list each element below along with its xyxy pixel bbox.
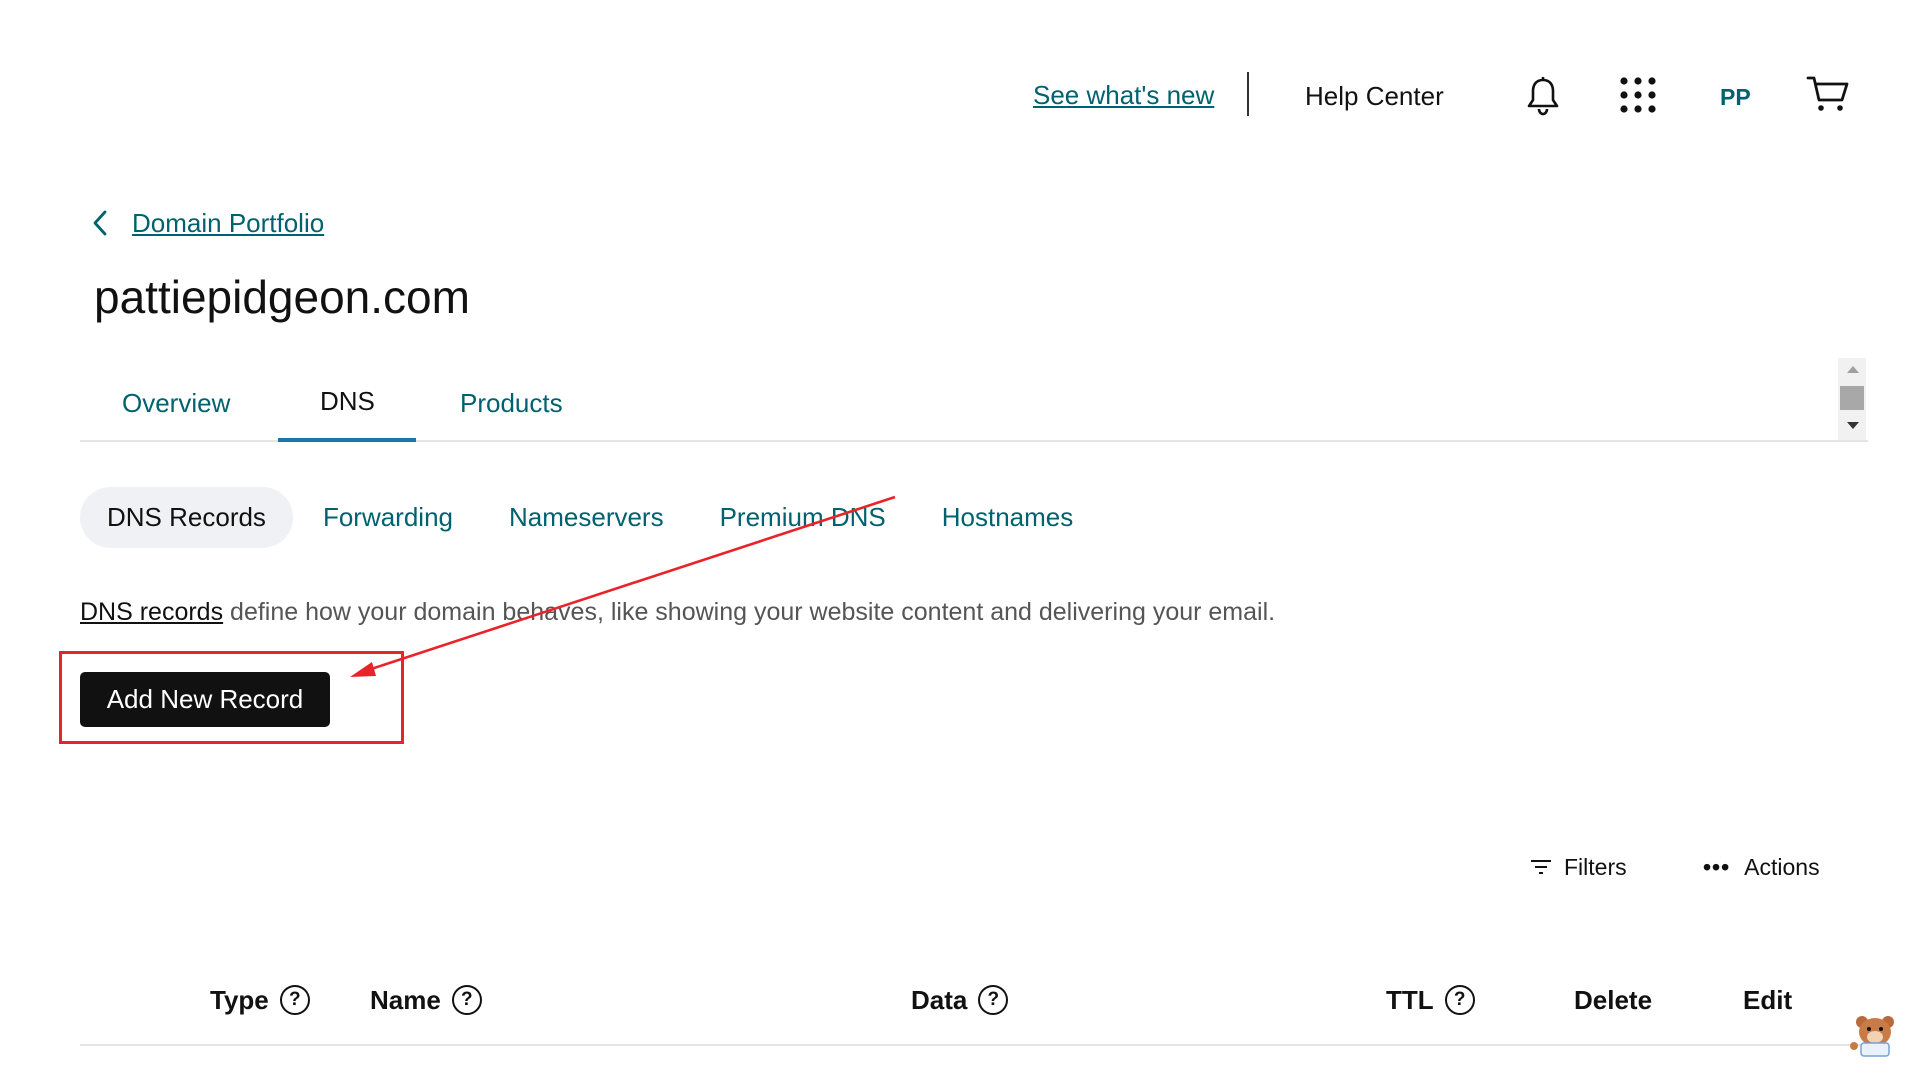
avatar[interactable]: PP: [1720, 84, 1751, 111]
column-name-label: Name: [370, 984, 441, 1015]
help-circle-icon[interactable]: ?: [451, 985, 482, 1015]
filters-button[interactable]: Filters: [1530, 850, 1627, 884]
see-whats-new-link[interactable]: See what's new: [1033, 80, 1214, 111]
scroll-up-arrow[interactable]: [1847, 366, 1859, 373]
active-tab-underline: [278, 438, 416, 442]
top-navigation: See what's new Help Center PP: [0, 62, 1920, 132]
subtab-hostnames[interactable]: Hostnames: [942, 502, 1074, 533]
column-delete: Delete: [1574, 982, 1652, 1018]
more-horizontal-icon: •••: [1703, 853, 1731, 880]
page-title: pattiepidgeon.com: [94, 271, 470, 323]
subtab-forwarding[interactable]: Forwarding: [323, 502, 453, 533]
column-edit: Edit: [1743, 982, 1792, 1018]
subtab-premium-dns[interactable]: Premium DNS: [720, 502, 886, 533]
main-tabs: Overview DNS Products: [80, 378, 1868, 442]
help-center-link[interactable]: Help Center: [1305, 81, 1444, 112]
dns-description: DNS records define how your domain behav…: [80, 598, 1275, 627]
actions-label: Actions: [1744, 853, 1820, 880]
help-circle-icon[interactable]: ?: [978, 985, 1009, 1015]
cart-icon[interactable]: [1806, 74, 1850, 114]
column-ttl-label: TTL: [1386, 984, 1434, 1015]
description-text: define how your domain behaves, like sho…: [223, 598, 1276, 626]
tab-overview[interactable]: Overview: [122, 388, 230, 419]
scroll-down-arrow[interactable]: [1847, 422, 1859, 429]
column-name: Name ?: [370, 982, 482, 1018]
add-new-record-button[interactable]: Add New Record: [80, 672, 330, 727]
filter-icon: [1531, 860, 1551, 874]
column-edit-label: Edit: [1743, 984, 1793, 1015]
column-type: Type ?: [210, 982, 310, 1018]
chevron-left-icon[interactable]: [90, 209, 110, 237]
column-ttl: TTL ?: [1386, 982, 1475, 1018]
domain-portfolio-link[interactable]: Domain Portfolio: [132, 208, 324, 239]
subtab-nameservers[interactable]: Nameservers: [509, 502, 664, 533]
dns-records-link[interactable]: DNS records: [80, 598, 223, 626]
column-delete-label: Delete: [1574, 984, 1653, 1015]
scroll-thumb[interactable]: [1840, 386, 1864, 410]
dns-table-header: Type ? Name ? Data ? TTL ? Delete Edit: [80, 970, 1868, 1046]
tab-dns[interactable]: DNS: [320, 386, 375, 417]
nav-divider: [1247, 72, 1249, 116]
help-circle-icon[interactable]: ?: [279, 985, 310, 1015]
subtab-dns-records[interactable]: DNS Records: [80, 486, 293, 548]
actions-button[interactable]: ••• Actions: [1703, 850, 1820, 884]
scrollbar[interactable]: [1838, 358, 1866, 440]
dns-sub-tabs: DNS Records Forwarding Nameservers Premi…: [80, 485, 1129, 549]
help-circle-icon[interactable]: ?: [1444, 985, 1475, 1015]
bell-icon[interactable]: [1525, 76, 1561, 116]
filters-label: Filters: [1564, 853, 1627, 880]
breadcrumb: Domain Portfolio: [90, 205, 324, 241]
column-data-label: Data: [911, 984, 968, 1015]
column-type-label: Type: [210, 984, 269, 1015]
mascot-icon: [1850, 1016, 1894, 1057]
column-data: Data ?: [911, 982, 1009, 1018]
tab-products[interactable]: Products: [460, 388, 563, 419]
apps-grid-icon[interactable]: [1619, 76, 1657, 114]
